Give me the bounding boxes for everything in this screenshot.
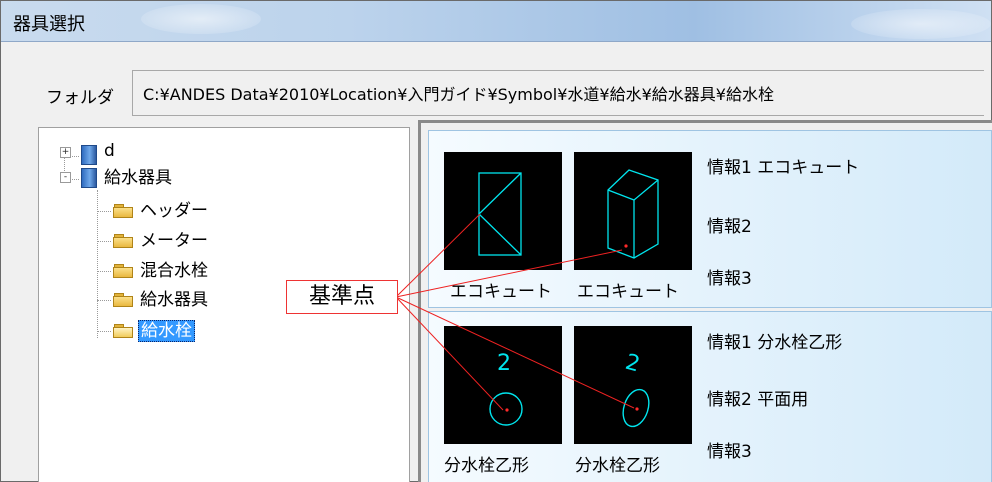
callout-leader-lines [395,213,635,411]
base-point-callout: 基準点 [286,280,398,314]
